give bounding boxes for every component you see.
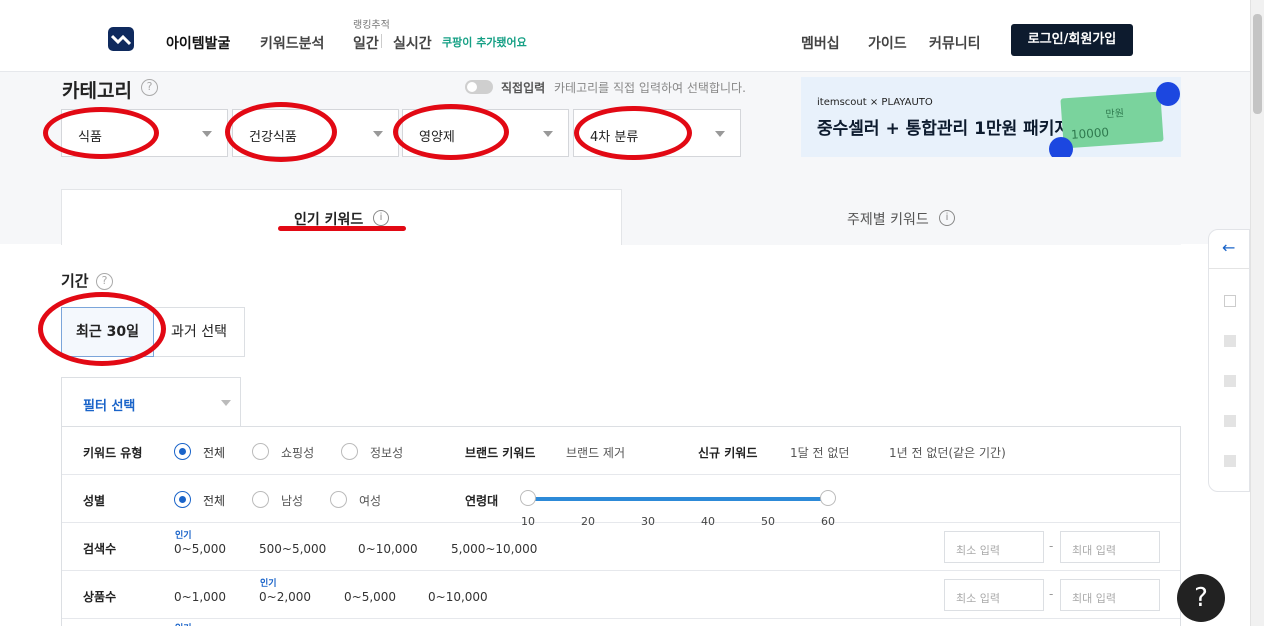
radio-gender-female[interactable]	[330, 491, 347, 508]
keyword-all-label: 전체	[203, 446, 226, 460]
product-max-input[interactable]: 최대 입력	[1060, 579, 1160, 611]
popular-tag: 인기	[260, 579, 277, 589]
topic-info-icon[interactable]: i	[939, 210, 955, 226]
filter-row-search-count: 검색수 인기 0~5,000 500~5,000 0~10,000 5,000~…	[62, 523, 1180, 571]
age-label: 연령대	[465, 494, 499, 508]
ranking-caption: 랭킹추적	[353, 20, 390, 31]
checkbox-icon[interactable]	[1224, 295, 1236, 307]
panel-square-icon[interactable]	[1224, 335, 1236, 347]
new-keyword-label: 신규 키워드	[698, 446, 758, 460]
annotation-underline	[278, 226, 406, 231]
nav-item-discovery[interactable]: 아이템발굴	[166, 33, 230, 53]
gender-all-label: 전체	[203, 494, 226, 508]
search-max-input[interactable]: 최대 입력	[1060, 531, 1160, 563]
category-select-level3[interactable]: 영양제	[402, 109, 569, 157]
period-recent-30-button[interactable]: 최근 30일	[61, 307, 154, 357]
product-range-option[interactable]: 0~10,000	[428, 590, 488, 604]
banner-headline: 중수셀러 + 통합관리 1만원 패키지	[817, 119, 1071, 139]
new-1month-option[interactable]: 1달 전 없던	[790, 444, 849, 461]
nav-item-keyword-analysis[interactable]: 키워드분석	[260, 33, 324, 53]
nav-divider	[381, 34, 382, 48]
filter-row-gender: 성별 전체 남성 여성 연령대 10 20 30 40 50 60	[62, 475, 1180, 528]
filter-row-keyword-type: 키워드 유형 전체 쇼핑성 정보성 브랜드 키워드 브랜드 제거 신규 키워드 …	[62, 427, 1180, 475]
nav-item-community[interactable]: 커뮤니티	[929, 33, 981, 53]
keyword-shopping-label: 쇼핑성	[281, 446, 315, 460]
radio-keyword-info[interactable]	[341, 443, 358, 460]
filter-table: 키워드 유형 전체 쇼핑성 정보성 브랜드 키워드 브랜드 제거 신규 키워드 …	[61, 426, 1181, 626]
category-help-icon[interactable]: ?	[141, 79, 158, 96]
page-scrollbar[interactable]	[1250, 0, 1264, 626]
filter-row-product-count: 상품수 인기 0~1,000 0~2,000 0~5,000 0~10,000 …	[62, 571, 1180, 619]
brand-keyword-label: 브랜드 키워드	[465, 446, 536, 460]
bill-value: 10000	[1070, 125, 1110, 142]
bill-word: 만원	[1105, 108, 1125, 121]
new-1year-option[interactable]: 1년 전 없던(같은 기간)	[889, 444, 1006, 461]
search-min-input[interactable]: 최소 입력	[944, 531, 1044, 563]
category-select-level2[interactable]: 건강식품	[232, 109, 399, 157]
banner-logo-text: itemscout × PLAYAUTO	[817, 97, 933, 108]
search-range-option[interactable]: 5,000~10,000	[451, 542, 537, 556]
nav-item-ranking-realtime[interactable]: 실시간	[393, 33, 432, 53]
panel-square-icon[interactable]	[1224, 415, 1236, 427]
coupang-notice: 쿠팡이 추가됐어요	[442, 36, 527, 49]
popular-tag: 인기	[175, 621, 192, 626]
back-arrow-icon[interactable]: ←	[1222, 238, 1235, 257]
keyword-type-label: 키워드 유형	[83, 446, 143, 460]
login-signup-button[interactable]: 로그인/회원가입	[1011, 24, 1133, 56]
tab-topic-label[interactable]: 주제별 키워드	[847, 209, 929, 229]
product-range-option[interactable]: 0~5,000	[344, 590, 396, 604]
period-title: 기간	[61, 272, 89, 290]
radio-gender-male[interactable]	[252, 491, 269, 508]
coin-icon	[1049, 137, 1073, 157]
product-range-option[interactable]: 0~1,000	[174, 590, 226, 604]
search-range-option[interactable]: 500~5,000	[259, 542, 326, 556]
age-slider-max-handle[interactable]	[820, 490, 836, 506]
coin-icon	[1156, 82, 1180, 106]
top-navigation-bar: 아이템발굴 키워드분석 랭킹추적 일간 실시간 쿠팡이 추가됐어요 멤버십 가이…	[0, 0, 1250, 72]
nav-item-guide[interactable]: 가이드	[868, 33, 907, 53]
search-range-option[interactable]: 0~10,000	[358, 542, 418, 556]
age-range-slider[interactable]	[527, 497, 828, 501]
category-select-level1[interactable]: 식품	[61, 109, 228, 157]
filter-select-dropdown[interactable]: 필터 선택	[61, 377, 241, 427]
gender-label: 성별	[83, 494, 106, 508]
promo-banner[interactable]: itemscout × PLAYAUTO 중수셀러 + 통합관리 1만원 패키지…	[801, 77, 1181, 157]
nav-item-ranking-daily[interactable]: 일간	[353, 33, 379, 53]
category-title: 카테고리	[62, 80, 132, 102]
radio-keyword-shopping[interactable]	[252, 443, 269, 460]
search-count-label: 검색수	[83, 542, 117, 556]
side-divider	[1209, 268, 1249, 269]
banknote-illustration: 10000 만원	[1060, 91, 1164, 149]
gender-female-label: 여성	[359, 494, 382, 508]
radio-gender-all[interactable]	[174, 491, 191, 508]
panel-square-icon[interactable]	[1224, 455, 1236, 467]
radio-keyword-all[interactable]	[174, 443, 191, 460]
search-range-option[interactable]: 0~5,000	[174, 542, 226, 556]
popular-info-icon[interactable]: i	[373, 210, 389, 226]
nav-item-membership[interactable]: 멤버십	[801, 33, 840, 53]
side-quick-panel: ←	[1208, 229, 1250, 492]
keyword-info-label: 정보성	[370, 446, 404, 460]
age-slider-min-handle[interactable]	[520, 490, 536, 506]
product-min-input[interactable]: 최소 입력	[944, 579, 1044, 611]
period-past-select-button[interactable]: 과거 선택	[154, 307, 245, 357]
direct-input-toggle[interactable]	[465, 80, 493, 94]
itemscout-logo-icon[interactable]	[108, 27, 134, 51]
direct-input-label: 직접입력	[501, 81, 546, 95]
direct-input-description: 카테고리를 직접 입력하여 선택합니다.	[554, 81, 746, 95]
category-select-level4[interactable]: 4차 분류	[573, 109, 741, 157]
brand-remove-option[interactable]: 브랜드 제거	[566, 444, 625, 461]
period-help-icon[interactable]: ?	[96, 273, 113, 290]
gender-male-label: 남성	[281, 494, 304, 508]
panel-square-icon[interactable]	[1224, 375, 1236, 387]
scrollbar-thumb[interactable]	[1253, 14, 1262, 114]
range-dash: -	[1049, 539, 1054, 553]
product-count-label: 상품수	[83, 590, 117, 604]
help-button[interactable]: ?	[1177, 574, 1225, 622]
range-dash: -	[1049, 587, 1054, 601]
popular-tag: 인기	[175, 531, 192, 541]
product-range-option[interactable]: 0~2,000	[259, 590, 311, 604]
